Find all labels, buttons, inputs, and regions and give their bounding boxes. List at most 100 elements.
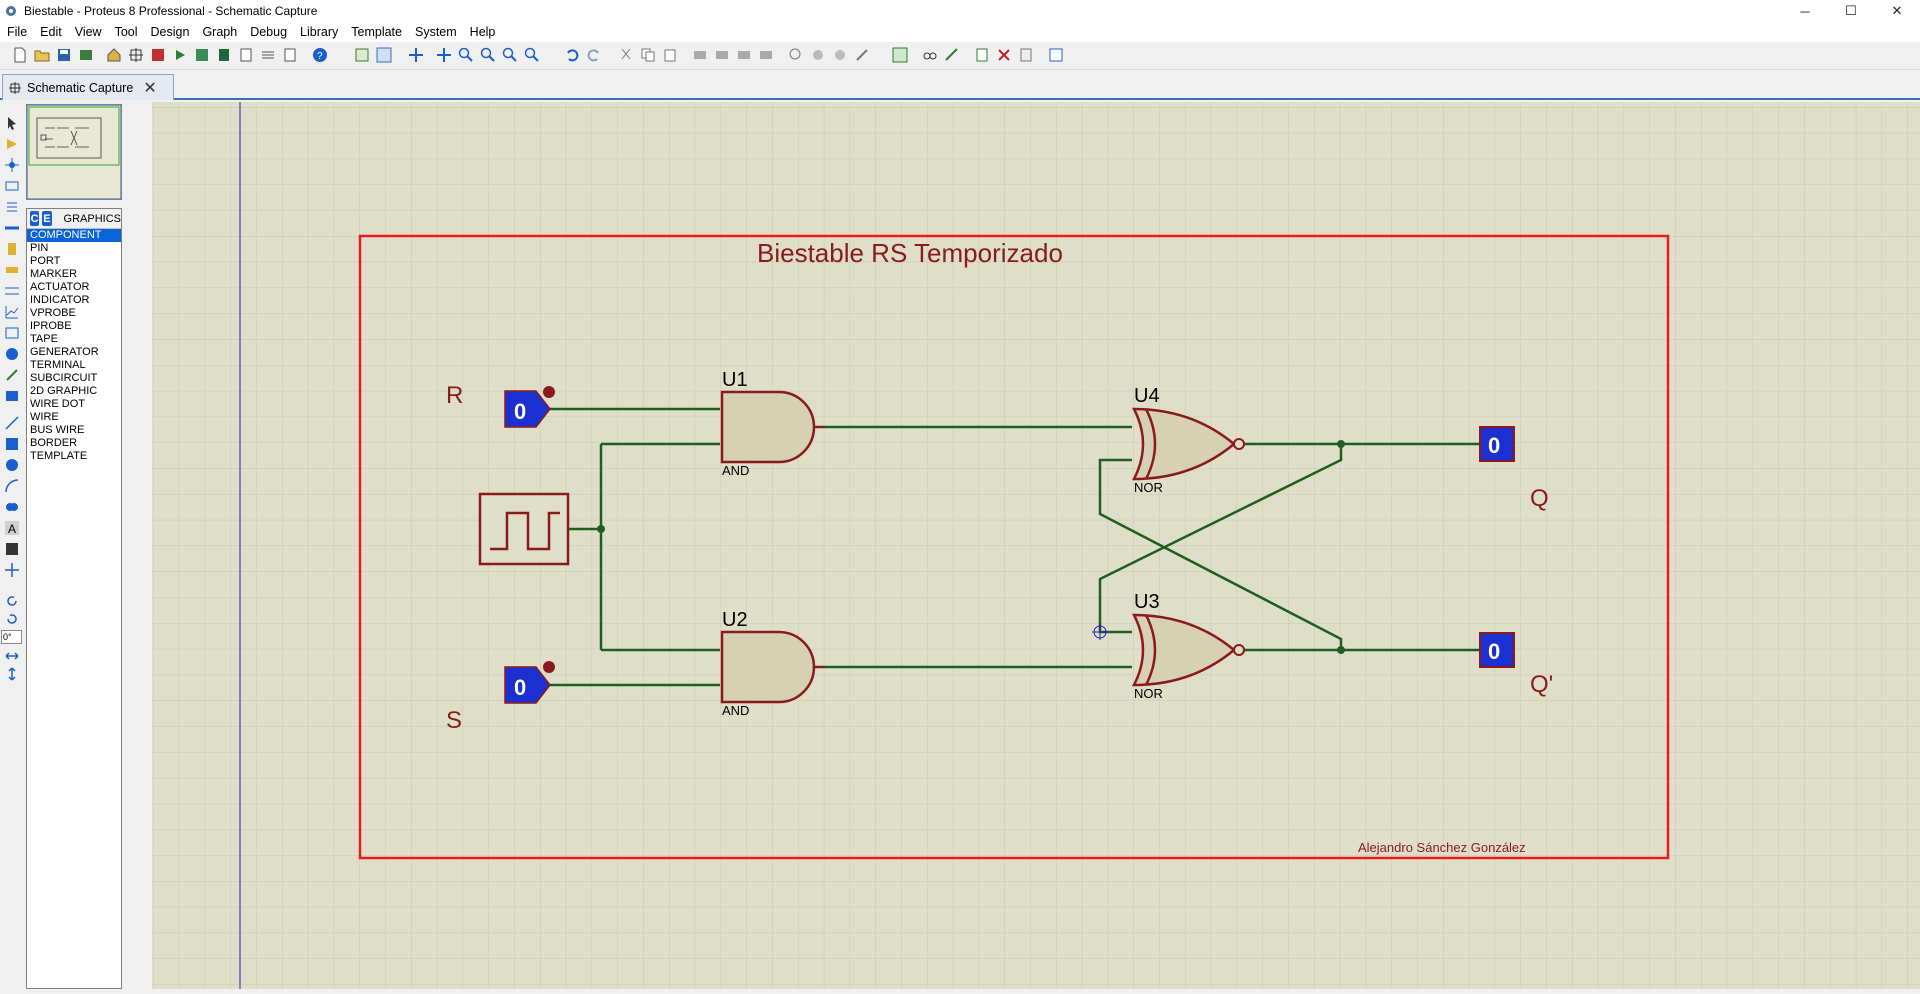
terminals-mode-icon[interactable] (5, 263, 19, 277)
zoom-all-icon[interactable] (502, 47, 518, 63)
list-item[interactable]: COMPONENT (27, 229, 121, 242)
list-item[interactable]: MARKER (27, 268, 121, 281)
search-tag-icon[interactable] (922, 47, 938, 63)
menu-debug[interactable]: Debug (243, 25, 293, 39)
pick-device-icon[interactable] (788, 47, 804, 63)
device-pins-mode-icon[interactable] (5, 284, 19, 298)
package-tool-icon[interactable] (832, 47, 848, 63)
list-item[interactable]: TERMINAL (27, 359, 121, 372)
buses-mode-icon[interactable] (5, 221, 19, 235)
mirror-x-icon[interactable] (5, 649, 19, 663)
zoom-area-icon[interactable] (524, 47, 540, 63)
restore-button[interactable]: ☐ (1828, 0, 1874, 22)
menu-graph[interactable]: Graph (195, 25, 243, 39)
text-2d-icon[interactable]: A (5, 521, 19, 535)
close-tab-icon[interactable]: ✕ (143, 78, 156, 98)
graph-mode-icon[interactable] (5, 305, 19, 319)
pcb-icon[interactable] (150, 47, 166, 63)
list-item[interactable]: BUS WIRE (27, 424, 121, 437)
list-item[interactable]: GENERATOR (27, 346, 121, 359)
play-icon[interactable] (172, 47, 188, 63)
box-2d-icon[interactable] (5, 437, 19, 451)
exit-parent-icon[interactable] (1018, 47, 1034, 63)
list-item[interactable]: TAPE (27, 333, 121, 346)
text-script-mode-icon[interactable] (5, 200, 19, 214)
schematic-icon[interactable] (128, 47, 144, 63)
probe-mode-icon[interactable] (5, 368, 19, 382)
qn-logic-probe[interactable]: 0 (1479, 632, 1515, 668)
list-item[interactable]: ACTUATOR (27, 281, 121, 294)
paste-icon[interactable] (662, 47, 678, 63)
menu-view[interactable]: View (68, 25, 108, 39)
block-delete-icon[interactable] (758, 47, 774, 63)
rotation-angle-field[interactable]: 0° (1, 630, 22, 644)
save-icon[interactable] (56, 47, 72, 63)
zoom-in-icon[interactable] (458, 47, 474, 63)
design-explorer-icon[interactable] (1048, 47, 1064, 63)
import-icon[interactable] (78, 47, 94, 63)
component-mode-icon[interactable] (5, 137, 19, 151)
redo-icon[interactable] (586, 47, 602, 63)
remove-sheet-icon[interactable] (996, 47, 1012, 63)
wire-autorouter-icon[interactable] (892, 47, 908, 63)
list-item[interactable]: VPROBE (27, 307, 121, 320)
bom-icon[interactable] (216, 47, 232, 63)
symbol-2d-icon[interactable] (5, 542, 19, 556)
active-popup-mode-icon[interactable] (5, 326, 19, 340)
list-item[interactable]: WIRE DOT (27, 398, 121, 411)
refresh-icon[interactable] (354, 47, 370, 63)
menu-tool[interactable]: Tool (108, 25, 144, 39)
library-manager-button[interactable]: E (42, 211, 52, 226)
list-item[interactable]: BORDER (27, 437, 121, 450)
menu-template[interactable]: Template (344, 25, 408, 39)
block-move-icon[interactable] (714, 47, 730, 63)
path-2d-icon[interactable] (5, 500, 19, 514)
home-icon[interactable] (106, 47, 122, 63)
gerber-icon[interactable] (194, 47, 210, 63)
cut-icon[interactable] (618, 47, 634, 63)
new-file-icon[interactable] (12, 47, 28, 63)
block-copy-icon[interactable] (692, 47, 708, 63)
open-folder-icon[interactable] (34, 47, 50, 63)
list-item[interactable]: PORT (27, 255, 121, 268)
decompose-icon[interactable] (854, 47, 870, 63)
junction-dot-mode-icon[interactable] (5, 158, 19, 172)
block-rotate-icon[interactable] (736, 47, 752, 63)
notes-icon[interactable] (238, 47, 254, 63)
instruments-mode-icon[interactable] (5, 389, 19, 403)
zoom-out-icon[interactable] (480, 47, 496, 63)
list-item[interactable]: PIN (27, 242, 121, 255)
minimize-button[interactable]: ─ (1782, 0, 1828, 22)
undo-icon[interactable] (564, 47, 580, 63)
line-2d-icon[interactable] (5, 416, 19, 430)
pan-icon[interactable] (436, 47, 452, 63)
overview-window[interactable] (26, 104, 122, 200)
selection-mode-icon[interactable] (5, 116, 19, 130)
menu-design[interactable]: Design (144, 25, 196, 39)
rotate-cw-icon[interactable] (5, 594, 19, 608)
property-assign-icon[interactable] (944, 47, 960, 63)
menu-library[interactable]: Library (293, 25, 344, 39)
netlist-icon[interactable] (260, 47, 276, 63)
generator-mode-icon[interactable] (5, 347, 19, 361)
help-icon[interactable]: ? (312, 47, 328, 63)
schematic-canvas[interactable]: Biestable RS Temporizado Alejandro Sánch… (152, 102, 1920, 989)
list-item[interactable]: TEMPLATE (27, 450, 121, 463)
list-item[interactable]: INDICATOR (27, 294, 121, 307)
close-window-button[interactable]: ✕ (1874, 0, 1920, 22)
mirror-y-icon[interactable] (5, 667, 19, 681)
list-item[interactable]: SUBCIRCUIT (27, 372, 121, 385)
rotate-ccw-icon[interactable] (5, 612, 19, 626)
pick-devices-button[interactable]: C (30, 211, 40, 226)
subcircuit-mode-icon[interactable] (5, 242, 19, 256)
new-sheet-icon[interactable] (974, 47, 990, 63)
tab-schematic-capture[interactable]: Schematic Capture ✕ (2, 74, 174, 100)
list-item[interactable]: IPROBE (27, 320, 121, 333)
circle-2d-icon[interactable] (5, 458, 19, 472)
marker-2d-icon[interactable] (5, 563, 19, 577)
menu-help[interactable]: Help (463, 25, 502, 39)
make-device-icon[interactable] (810, 47, 826, 63)
wire-label-mode-icon[interactable] (5, 179, 19, 193)
origin-icon[interactable] (408, 47, 424, 63)
report-icon[interactable] (282, 47, 298, 63)
